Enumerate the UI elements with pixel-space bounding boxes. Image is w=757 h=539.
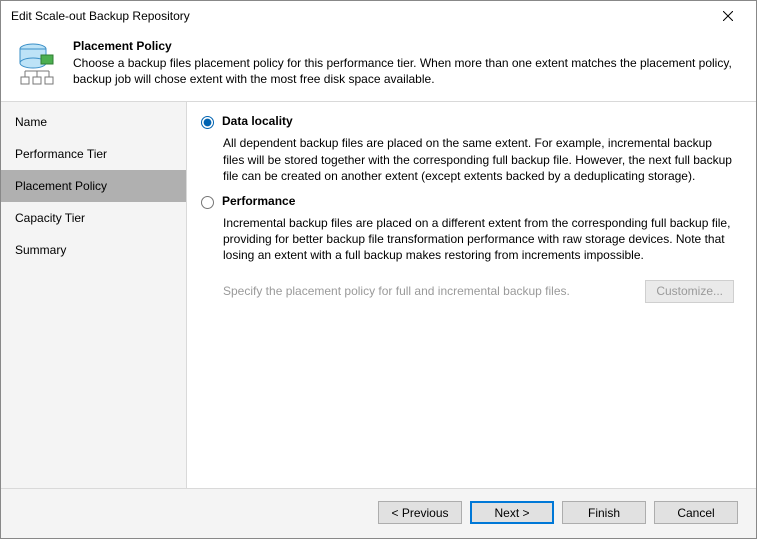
sidebar-item-placement-policy[interactable]: Placement Policy: [1, 170, 186, 202]
option-data-locality[interactable]: Data locality: [197, 114, 734, 129]
option-performance[interactable]: Performance: [197, 194, 734, 209]
titlebar: Edit Scale-out Backup Repository: [1, 1, 756, 31]
customize-button: Customize...: [645, 280, 734, 303]
previous-button[interactable]: < Previous: [378, 501, 462, 524]
sidebar-item-summary[interactable]: Summary: [1, 234, 186, 266]
option-title-data-locality: Data locality: [222, 114, 293, 128]
content: Data locality All dependent backup files…: [187, 102, 756, 488]
option-title-performance: Performance: [222, 194, 295, 208]
specify-text: Specify the placement policy for full an…: [223, 284, 635, 298]
specify-row: Specify the placement policy for full an…: [223, 280, 734, 303]
header-text: Placement Policy Choose a backup files p…: [73, 39, 744, 87]
window-title: Edit Scale-out Backup Repository: [11, 9, 708, 23]
close-button[interactable]: [708, 2, 748, 30]
repository-icon: [13, 39, 61, 87]
sidebar: Name Performance Tier Placement Policy C…: [1, 102, 187, 488]
radio-performance[interactable]: [201, 196, 214, 209]
sidebar-item-name[interactable]: Name: [1, 106, 186, 138]
radio-data-locality[interactable]: [201, 116, 214, 129]
option-desc-data-locality: All dependent backup files are placed on…: [223, 135, 734, 184]
header-subtitle: Choose a backup files placement policy f…: [73, 55, 744, 87]
option-desc-performance: Incremental backup files are placed on a…: [223, 215, 734, 264]
finish-button[interactable]: Finish: [562, 501, 646, 524]
header: Placement Policy Choose a backup files p…: [1, 31, 756, 102]
header-title: Placement Policy: [73, 39, 744, 53]
sidebar-item-capacity-tier[interactable]: Capacity Tier: [1, 202, 186, 234]
cancel-button[interactable]: Cancel: [654, 501, 738, 524]
close-icon: [723, 11, 733, 21]
body: Name Performance Tier Placement Policy C…: [1, 102, 756, 488]
next-button[interactable]: Next >: [470, 501, 554, 524]
footer: < Previous Next > Finish Cancel: [1, 488, 756, 538]
sidebar-item-performance-tier[interactable]: Performance Tier: [1, 138, 186, 170]
